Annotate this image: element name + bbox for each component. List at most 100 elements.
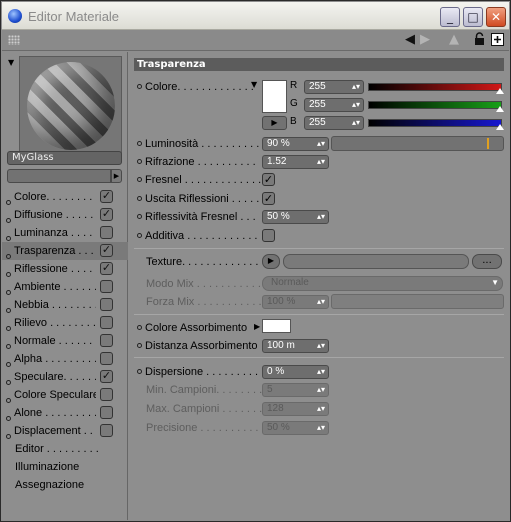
spinner-icon[interactable]: ▴▾ (317, 366, 325, 378)
texture-menu-button[interactable]: ▶ (262, 254, 280, 269)
animation-dot-icon[interactable] (137, 233, 142, 238)
b-slider[interactable] (368, 119, 502, 127)
forward-arrow-icon[interactable]: ▶ (420, 33, 430, 47)
new-window-icon[interactable] (491, 33, 504, 50)
channel-item[interactable]: Luminanza . . . . . . (2, 224, 128, 242)
up-arrow-icon[interactable]: ▲ (449, 33, 459, 47)
animation-dot-icon[interactable] (137, 343, 142, 348)
color-picker-button[interactable]: ▶ (262, 116, 287, 130)
channel-checkbox[interactable] (100, 226, 113, 239)
channel-checkbox[interactable]: ✓ (100, 244, 113, 257)
b-slider-handle[interactable] (496, 124, 504, 130)
rifrazione-field[interactable]: 1.52 ▴▾ (262, 155, 329, 169)
luminosita-field[interactable]: 90 % ▴▾ (262, 137, 329, 151)
animation-dot-icon[interactable] (137, 214, 142, 219)
animation-dot-icon[interactable] (137, 159, 142, 164)
channel-checkbox[interactable] (100, 316, 113, 329)
animation-dot-icon[interactable] (137, 141, 142, 146)
channel-item[interactable]: Rilievo . . . . . . . . . (2, 314, 128, 332)
additiva-checkbox[interactable] (262, 229, 275, 242)
luminosita-slider-marker[interactable] (487, 138, 489, 149)
forzamix-field[interactable]: 100 % ▴▾ (262, 295, 329, 309)
channel-item[interactable]: Displacement . . . (2, 422, 128, 440)
sidebar-item[interactable]: Assegnazione (2, 476, 128, 494)
channel-checkbox[interactable] (100, 352, 113, 365)
luminosita-slider[interactable] (331, 136, 504, 151)
channel-item[interactable]: Nebbia . . . . . . . . . (2, 296, 128, 314)
spinner-icon[interactable]: ▴▾ (317, 384, 325, 396)
preview-menu-arrow-icon[interactable]: ▼ (8, 58, 14, 67)
maximize-button[interactable]: □ (463, 7, 483, 27)
animation-dot-icon[interactable] (137, 325, 142, 330)
animation-dot-icon[interactable] (137, 84, 142, 89)
min-campioni-field[interactable]: 5 ▴▾ (262, 383, 329, 397)
title-bar[interactable]: Editor Materiale _ □ ✕ (2, 2, 509, 30)
max-campioni-field[interactable]: 128 ▴▾ (262, 402, 329, 416)
fresnel-checkbox[interactable]: ✓ (262, 173, 275, 186)
g-slider-handle[interactable] (496, 106, 504, 112)
channel-checkbox[interactable] (100, 406, 113, 419)
animation-dot-icon[interactable] (137, 196, 142, 201)
g-slider[interactable] (368, 101, 502, 109)
spinner-icon[interactable]: ▴▾ (352, 99, 360, 111)
distanza-assorbimento-field[interactable]: 100 m ▴▾ (262, 339, 329, 353)
uscita-checkbox[interactable]: ✓ (262, 192, 275, 205)
b-value-field[interactable]: 255 ▴▾ (304, 116, 364, 130)
channel-checkbox[interactable] (100, 388, 113, 401)
lock-icon[interactable] (474, 32, 485, 50)
spinner-icon[interactable]: ▴▾ (317, 340, 325, 352)
channel-checkbox[interactable] (100, 424, 113, 437)
spinner-icon[interactable]: ▴▾ (352, 117, 360, 129)
channel-checkbox[interactable]: ✓ (100, 370, 113, 383)
material-name-field[interactable]: MyGlass (7, 151, 122, 165)
color-menu-arrow-icon[interactable]: ▼ (251, 80, 257, 89)
channel-item[interactable]: Colore. . . . . . . . . ✓ (2, 188, 128, 206)
material-selector[interactable] (7, 169, 111, 183)
channel-checkbox[interactable]: ✓ (100, 190, 113, 203)
spinner-icon[interactable]: ▴▾ (317, 296, 325, 308)
riflessivita-field[interactable]: 50 % ▴▾ (262, 210, 329, 224)
g-value-field[interactable]: 255 ▴▾ (304, 98, 364, 112)
modomix-select[interactable]: Normale ▼ (262, 276, 503, 291)
channel-item[interactable]: Speculare. . . . . . . ✓ (2, 368, 128, 386)
close-button[interactable]: ✕ (486, 7, 506, 27)
material-preview[interactable] (19, 56, 122, 155)
spinner-icon[interactable]: ▴▾ (317, 211, 325, 223)
texture-field[interactable] (283, 254, 469, 269)
spinner-icon[interactable]: ▴▾ (317, 403, 325, 415)
channel-item[interactable]: Alpha . . . . . . . . . . (2, 350, 128, 368)
back-arrow-icon[interactable]: ◀ (405, 33, 415, 47)
channel-item[interactable]: Diffusione . . . . . . . ✓ (2, 206, 128, 224)
dispersione-field[interactable]: 0 % ▴▾ (262, 365, 329, 379)
channel-item[interactable]: Trasparenza . . . . ✓ (2, 242, 128, 260)
colore-assorbimento-swatch[interactable] (262, 319, 291, 333)
texture-more-button[interactable]: ... (472, 254, 502, 269)
channel-item[interactable]: Normale . . . . . . . . (2, 332, 128, 350)
color-menu-arrow-icon[interactable]: ▶ (254, 322, 260, 331)
sidebar-item[interactable]: Editor . . . . . . . . . (2, 440, 128, 458)
channel-checkbox[interactable] (100, 298, 113, 311)
spinner-icon[interactable]: ▴▾ (317, 138, 325, 150)
channel-checkbox[interactable] (100, 334, 113, 347)
channel-item[interactable]: Riflessione . . . . . . ✓ (2, 260, 128, 278)
animation-dot-icon[interactable] (137, 177, 142, 182)
minimize-button[interactable]: _ (440, 7, 460, 27)
color-swatch[interactable] (262, 80, 287, 113)
r-slider[interactable] (368, 83, 502, 91)
r-slider-handle[interactable] (496, 88, 504, 94)
channel-item[interactable]: Colore Speculare (2, 386, 128, 404)
material-selector-arrow-icon[interactable]: ▶ (111, 169, 122, 183)
channel-item[interactable]: Alone . . . . . . . . . . (2, 404, 128, 422)
precisione-field[interactable]: 50 % ▴▾ (262, 421, 329, 435)
spinner-icon[interactable]: ▴▾ (352, 81, 360, 93)
spinner-icon[interactable]: ▴▾ (317, 422, 325, 434)
spinner-icon[interactable]: ▴▾ (317, 156, 325, 168)
channel-checkbox[interactable]: ✓ (100, 208, 113, 221)
grip-icon[interactable] (8, 35, 20, 45)
forzamix-slider[interactable] (331, 294, 504, 309)
channel-checkbox[interactable]: ✓ (100, 262, 113, 275)
channel-checkbox[interactable] (100, 280, 113, 293)
sidebar-item[interactable]: Illuminazione (2, 458, 128, 476)
r-value-field[interactable]: 255 ▴▾ (304, 80, 364, 94)
channel-item[interactable]: Ambiente . . . . . . . (2, 278, 128, 296)
